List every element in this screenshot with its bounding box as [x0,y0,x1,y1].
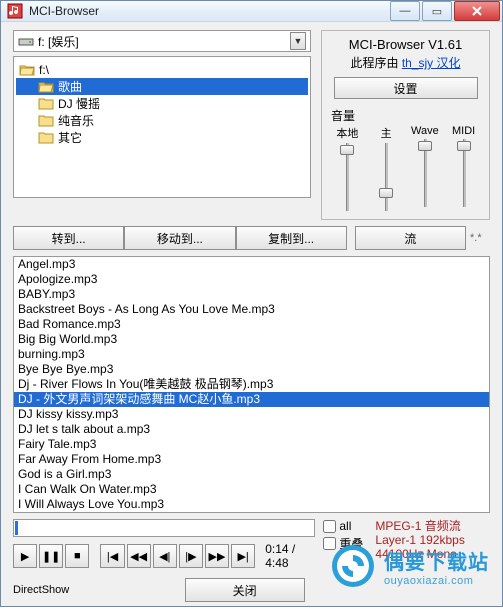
file-item[interactable]: Far Away From Home.mp3 [14,452,489,467]
file-item[interactable]: Backstreet Boys - As Long As You Love Me… [14,302,489,317]
file-list[interactable]: Angel.mp3Apologize.mp3BABY.mp3Backstreet… [13,256,490,513]
folder-icon [19,63,35,76]
status-text: DirectShow [13,584,69,596]
volume-slider[interactable] [455,139,473,207]
file-item[interactable]: Ice Mc - Think About The Way - Dj 版.mp3 [14,512,489,513]
move-button[interactable]: 移动到... [124,226,235,250]
tree-item[interactable]: f:\ [16,61,308,78]
file-item[interactable]: Bye Bye Bye.mp3 [14,362,489,377]
tree-item[interactable]: 歌曲 [16,78,308,95]
folder-icon [38,131,54,144]
close-window-button[interactable] [454,1,500,21]
file-item[interactable]: Bad Romance.mp3 [14,317,489,332]
playback-controls: ▶ ❚❚ ■ |◀ ◀◀ ◀| |▶ ▶▶ ▶| 0:14 / 4:48 [13,542,315,570]
file-item[interactable]: I Can Walk On Water.mp3 [14,482,489,497]
goto-button[interactable]: 转到... [13,226,124,250]
drive-selector[interactable]: f: [娱乐] ▼ [13,30,311,52]
volume-slider[interactable] [416,139,434,207]
play-button[interactable]: ▶ [13,544,37,568]
minimize-button[interactable]: — [390,1,420,21]
info-panel: MCI-Browser V1.61 此程序由 th_sjy 汉化 设置 音量 本… [321,30,490,220]
filter-text: *.* [466,232,490,244]
drive-icon [18,34,34,48]
file-item[interactable]: DJ - 外文男声词架架动感舞曲 MC赵小鱼.mp3 [14,392,489,407]
volume-slider[interactable] [377,143,395,211]
folder-icon [38,114,54,127]
volume-label: 音量 [331,107,483,124]
file-item[interactable]: Fairy Tale.mp3 [14,437,489,452]
file-item[interactable]: Big Big World.mp3 [14,332,489,347]
options-checks: all 重叠 [323,519,367,570]
next-button[interactable]: ▶▶ [205,544,229,568]
titlebar: MCI-Browser — ▭ [1,1,502,22]
file-item[interactable]: Dj - River Flows In You(唯美越鼓 极品钢琴).mp3 [14,377,489,392]
volume-sliders: 本地主WaveMIDI [328,125,483,211]
tree-item[interactable]: DJ 慢摇 [16,95,308,112]
stop-button[interactable]: ■ [65,544,89,568]
tree-item[interactable]: 纯音乐 [16,112,308,129]
time-display: 0:14 / 4:48 [265,542,315,570]
app-version: MCI-Browser V1.61 [349,37,462,52]
pause-button[interactable]: ❚❚ [39,544,63,568]
close-button[interactable]: 关闭 [185,578,305,602]
prev-button[interactable]: ◀◀ [127,544,151,568]
progress-bar[interactable] [13,519,315,537]
copy-button[interactable]: 复制到... [236,226,347,250]
app-icon [7,3,23,19]
credits: 此程序由 th_sjy 汉化 [350,54,460,71]
drive-label: f: [娱乐] [38,33,290,50]
folder-icon [38,80,54,93]
file-item[interactable]: I Will Always Love You.mp3 [14,497,489,512]
first-button[interactable]: |◀ [100,544,124,568]
folder-icon [38,97,54,110]
rewind-button[interactable]: ◀| [153,544,177,568]
folder-tree[interactable]: f:\歌曲DJ 慢摇纯音乐其它 [13,56,311,198]
file-item[interactable]: DJ kissy kissy.mp3 [14,407,489,422]
stream-button[interactable]: 流 [355,226,466,250]
dropdown-arrow-icon[interactable]: ▼ [290,32,306,50]
file-item[interactable]: burning.mp3 [14,347,489,362]
maximize-button[interactable]: ▭ [422,1,452,21]
file-item[interactable]: Angel.mp3 [14,257,489,272]
forward-button[interactable]: |▶ [179,544,203,568]
action-buttons: 转到... 移动到... 复制到... 流 *.* [13,226,490,250]
file-item[interactable]: God is a Girl.mp3 [14,467,489,482]
last-button[interactable]: ▶| [231,544,255,568]
window-title: MCI-Browser [29,4,388,18]
credits-link[interactable]: th_sjy 汉化 [402,56,461,70]
stream-info: MPEG-1 音频流 Layer-1 192kbps 44100Hz Mono [375,519,490,570]
repeat-checkbox[interactable] [323,537,336,550]
tree-item[interactable]: 其它 [16,129,308,146]
file-item[interactable]: DJ let s talk about a.mp3 [14,422,489,437]
file-item[interactable]: BABY.mp3 [14,287,489,302]
volume-slider[interactable] [338,143,356,211]
file-item[interactable]: Apologize.mp3 [14,272,489,287]
all-checkbox[interactable] [323,520,336,533]
settings-button[interactable]: 设置 [334,77,478,99]
